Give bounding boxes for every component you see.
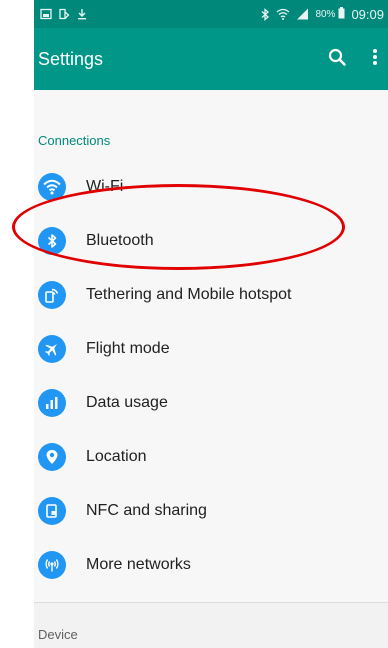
bluetooth-icon xyxy=(38,227,66,255)
location-icon xyxy=(38,443,66,471)
status-time: 09:09 xyxy=(351,6,384,22)
antenna-icon xyxy=(38,551,66,579)
bluetooth-icon xyxy=(260,7,270,21)
battery-indicator: 80% xyxy=(315,6,345,22)
list-item-label: Location xyxy=(86,448,147,465)
list-item-bluetooth[interactable]: Bluetooth xyxy=(34,214,388,268)
list-item-label: Bluetooth xyxy=(86,232,154,249)
list-item-tethering[interactable]: Tethering and Mobile hotspot xyxy=(34,268,388,322)
list-item-label: More networks xyxy=(86,556,191,573)
list-item-more-networks[interactable]: More networks xyxy=(34,538,388,592)
list-item-nfc[interactable]: NFC and sharing xyxy=(34,484,388,538)
list-item-flight-mode[interactable]: Flight mode xyxy=(34,322,388,376)
search-button[interactable] xyxy=(328,48,346,71)
hotspot-icon xyxy=(38,281,66,309)
status-bar-left xyxy=(40,8,88,20)
device-section-header: Device xyxy=(34,603,388,648)
app-bar: Settings xyxy=(34,28,388,90)
airplane-icon xyxy=(38,335,66,363)
list-item-label: NFC and sharing xyxy=(86,502,207,519)
battery-percent: 80% xyxy=(315,8,336,20)
list-item-location[interactable]: Location xyxy=(34,430,388,484)
list-item-wifi[interactable]: Wi-Fi xyxy=(34,160,388,214)
more-vert-icon xyxy=(372,48,378,71)
section-title-connections: Connections xyxy=(38,133,111,148)
section-title-device: Device xyxy=(38,626,78,642)
list-item-label: Tethering and Mobile hotspot xyxy=(86,286,292,303)
phone-screen: 80% 09:09 Settings Connections Wi-Fi Blu… xyxy=(34,0,388,648)
status-bar: 80% 09:09 xyxy=(34,0,388,28)
image-icon xyxy=(40,8,52,20)
connections-list: Wi-Fi Bluetooth Tethering and Mobile hot… xyxy=(34,160,388,592)
list-item-label: Wi-Fi xyxy=(86,178,124,195)
more-options-button[interactable] xyxy=(372,48,378,71)
download-icon xyxy=(76,8,88,20)
connections-section-header: Connections xyxy=(34,90,388,160)
status-bar-right: 80% 09:09 xyxy=(260,6,384,22)
wifi-icon xyxy=(38,173,66,201)
data-usage-icon xyxy=(38,389,66,417)
nfc-icon xyxy=(38,497,66,525)
wifi-icon xyxy=(276,8,290,20)
search-icon xyxy=(328,48,346,71)
list-item-data-usage[interactable]: Data usage xyxy=(34,376,388,430)
list-item-label: Data usage xyxy=(86,394,168,411)
page-title: Settings xyxy=(38,48,104,69)
signal-icon xyxy=(296,8,309,20)
list-item-label: Flight mode xyxy=(86,340,170,357)
battery-icon xyxy=(338,6,345,22)
app-bar-actions xyxy=(328,48,378,71)
screen-icon xyxy=(58,8,70,20)
